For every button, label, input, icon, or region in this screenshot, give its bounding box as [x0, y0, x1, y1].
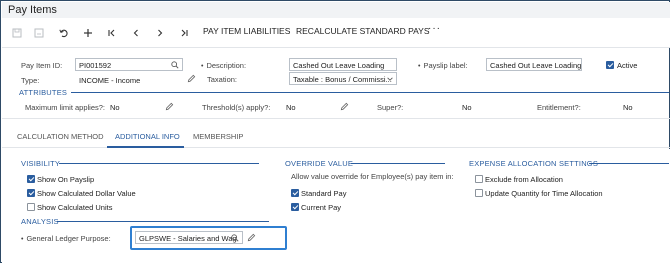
description-value: Cashed Out Leave Loading: [293, 61, 385, 70]
taxation-value: Taxable : Bonus / Commissi...: [293, 75, 392, 84]
pencil-icon[interactable]: [165, 102, 174, 111]
previous-icon[interactable]: [127, 24, 145, 42]
pencil-icon[interactable]: [340, 102, 349, 111]
current-pay-checkbox[interactable]: [291, 203, 299, 211]
show-calculated-dollar-value-label: Show Calculated Dollar Value: [37, 189, 136, 198]
attributes-divider: [71, 92, 669, 93]
more-actions-button[interactable]: ···: [428, 23, 441, 34]
chevron-down-icon: [387, 77, 393, 81]
active-label: Active: [617, 61, 638, 70]
payslip-label-value: Cashed Out Leave Loading: [490, 61, 582, 70]
visibility-title: VISIBILITY: [21, 159, 61, 168]
override-value-divider: [351, 163, 445, 164]
payslip-label-field[interactable]: Cashed Out Leave Loading: [486, 58, 582, 71]
visibility-divider: [59, 163, 259, 164]
tab-membership[interactable]: MEMBERSHIP: [193, 132, 243, 141]
type-value: INCOME - Income: [79, 76, 141, 85]
active-tab-indicator: [107, 146, 184, 148]
super-label: Super?:: [377, 103, 404, 112]
standard-pay-label: Standard Pay: [301, 189, 347, 198]
page-title: Pay Items: [8, 4, 57, 16]
pencil-icon[interactable]: [187, 74, 196, 83]
exclude-from-allocation-label: Exclude from Allocation: [485, 175, 563, 184]
description-field[interactable]: Cashed Out Leave Loading: [289, 58, 397, 71]
maximum-limit-label: Maximum limit applies?:: [25, 103, 106, 112]
save-close-icon[interactable]: [30, 24, 48, 42]
entitlement-label: Entitlement?:: [537, 103, 581, 112]
override-value-title: OVERRIDE VALUE: [285, 159, 354, 168]
gl-purpose-highlight: [130, 226, 287, 250]
add-icon[interactable]: [79, 24, 97, 42]
analysis-divider: [57, 221, 269, 222]
show-calculated-units-label: Show Calculated Units: [37, 203, 113, 212]
analysis-title: ANALYSIS: [21, 217, 59, 226]
first-icon[interactable]: [103, 24, 121, 42]
taxation-label: Taxation:: [207, 75, 238, 84]
update-quantity-checkbox[interactable]: [475, 189, 483, 197]
show-calculated-units-checkbox[interactable]: [27, 203, 35, 211]
toolbar: PAY ITEM LIABILITIES RECALCULATE STANDAR…: [2, 18, 670, 48]
payslip-label-label: Payslip label:: [418, 61, 467, 70]
pay-item-id-field[interactable]: PI001592: [75, 58, 183, 71]
description-label: Description:: [201, 61, 246, 70]
pay-item-id-label: Pay Item ID:: [21, 61, 63, 70]
undo-icon[interactable]: [55, 24, 73, 42]
title-bar: Pay Items: [2, 2, 670, 18]
active-checkbox[interactable]: [606, 61, 614, 69]
header-divider: [2, 118, 670, 119]
search-icon[interactable]: [171, 61, 179, 69]
entitlement-value[interactable]: No: [623, 103, 633, 112]
attributes-title: ATTRIBUTES: [19, 88, 68, 97]
pay-item-liabilities-button[interactable]: PAY ITEM LIABILITIES: [203, 26, 290, 36]
expense-allocation-divider: [589, 163, 669, 164]
recalculate-standard-pays-button[interactable]: RECALCULATE STANDARD PAYS: [296, 26, 430, 36]
pay-item-id-value: PI001592: [79, 61, 112, 70]
super-value[interactable]: No: [462, 103, 472, 112]
show-on-payslip-label: Show On Payslip: [37, 175, 95, 184]
gl-purpose-label: General Ledger Purpose:: [21, 234, 110, 243]
override-description: Allow value override for Employee(s) pay…: [291, 172, 454, 181]
update-quantity-label: Update Quantity for Time Allocation: [485, 189, 603, 198]
standard-pay-checkbox[interactable]: [291, 189, 299, 197]
window-frame: Pay Items PAY ITEM LIABILITIES RECALCULA…: [0, 0, 670, 263]
show-on-payslip-checkbox[interactable]: [27, 175, 35, 183]
next-icon[interactable]: [151, 24, 169, 42]
exclude-from-allocation-checkbox[interactable]: [475, 175, 483, 183]
tabs-divider: [2, 147, 670, 148]
current-pay-label: Current Pay: [301, 203, 342, 212]
thresholds-label: Threshold(s) apply?:: [202, 103, 271, 112]
taxation-select[interactable]: Taxable : Bonus / Commissi...: [289, 72, 397, 85]
thresholds-value[interactable]: No: [286, 103, 296, 112]
save-icon[interactable]: [8, 24, 26, 42]
tab-calculation-method[interactable]: CALCULATION METHOD: [17, 132, 104, 141]
expense-allocation-title: EXPENSE ALLOCATION SETTINGS: [469, 159, 599, 168]
maximum-limit-value[interactable]: No: [110, 103, 120, 112]
tab-additional-info[interactable]: ADDITIONAL INFO: [115, 132, 180, 141]
last-icon[interactable]: [175, 24, 193, 42]
show-calculated-dollar-value-checkbox[interactable]: [27, 189, 35, 197]
type-label: Type:: [21, 76, 40, 85]
